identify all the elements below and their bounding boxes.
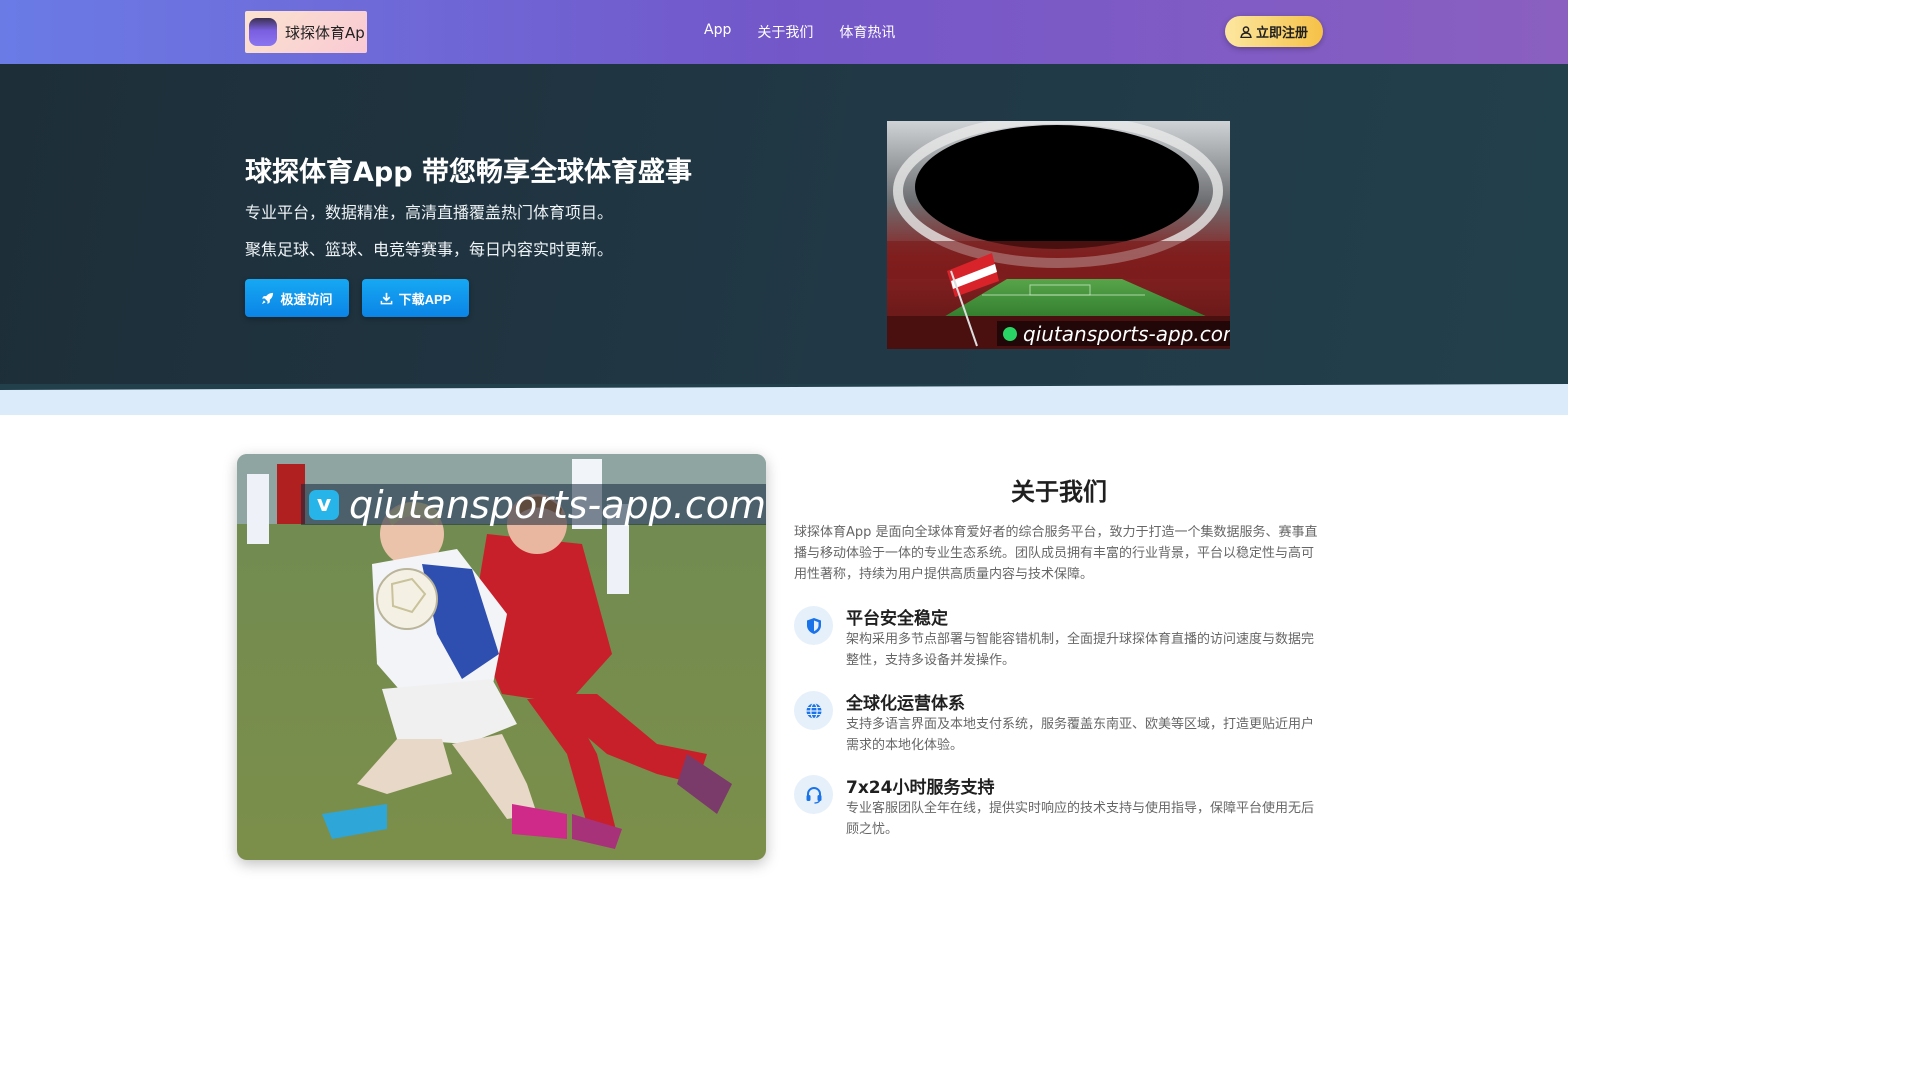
nav-link-app[interactable]: App [704,22,731,42]
nav-link-news[interactable]: 体育热讯 [839,22,895,42]
hero-section [0,64,1568,390]
register-label: 立即注册 [1255,25,1308,40]
rocket-icon [262,292,274,304]
globe-icon [794,691,833,730]
logo-icon [249,18,277,46]
about-title: 关于我们 [1011,478,1107,506]
about-image-watermark: v qiutansports-app.com [301,482,766,527]
about-description: 球探体育App 是面向全球体育爱好者的综合服务平台，致力于打造一个集数据服务、赛… [794,525,1318,582]
fast-access-label: 极速访问 [280,291,333,307]
vimeo-icon: v [309,489,339,520]
shield-icon [794,606,833,645]
feature-title: 全球化运营体系 [846,694,965,714]
feature-desc: 架构采用多节点部署与智能容错机制，全面提升球探体育直播的访问速度与数据完整性，支… [846,632,1315,668]
logo-text: 球探体育Ap [285,23,365,42]
download-label: 下载APP [398,291,452,307]
top-navbar: 球探体育Ap App 关于我们 体育热讯 立即注册 [0,0,1568,64]
stadium-image: qiutansports-app.com [887,121,1230,349]
fast-access-button[interactable]: 极速访问 [245,279,349,317]
register-button[interactable]: 立即注册 [1225,16,1323,47]
stadium-illustration [887,121,1230,349]
soccer-players-image: v qiutansports-app.com [237,454,766,860]
hero-subtitle-1: 专业平台，数据精准，高清直播覆盖热门体育项目。 [245,203,614,222]
download-icon [380,292,392,304]
feature-title: 7x24小时服务支持 [846,778,995,798]
download-app-button[interactable]: 下载APP [362,279,469,317]
headset-icon [794,775,833,814]
nav-links: App 关于我们 体育热讯 [704,22,895,42]
hero-wave-divider [0,384,1568,415]
hero-watermark-text: qiutansports-app.com [1023,321,1230,346]
user-icon [1240,25,1252,38]
about-watermark-text: qiutansports-app.com [349,482,766,527]
spotify-icon [1003,326,1017,341]
feature-desc: 支持多语言界面及本地支付系统，服务覆盖东南亚、欧美等区域，打造更贴近用户需求的本… [846,717,1315,753]
site-logo[interactable]: 球探体育Ap [245,11,367,53]
feature-title: 平台安全稳定 [846,609,948,629]
nav-link-about[interactable]: 关于我们 [757,22,813,42]
hero-title: 球探体育App 带您畅享全球体育盛事 [245,157,692,188]
feature-desc: 专业客服团队全年在线，提供实时响应的技术支持与使用指导，保障平台使用无后顾之忧。 [846,801,1315,837]
hero-image-watermark: qiutansports-app.com [997,321,1230,346]
hero-subtitle-2: 聚焦足球、篮球、电竞等赛事，每日内容实时更新。 [245,240,614,259]
